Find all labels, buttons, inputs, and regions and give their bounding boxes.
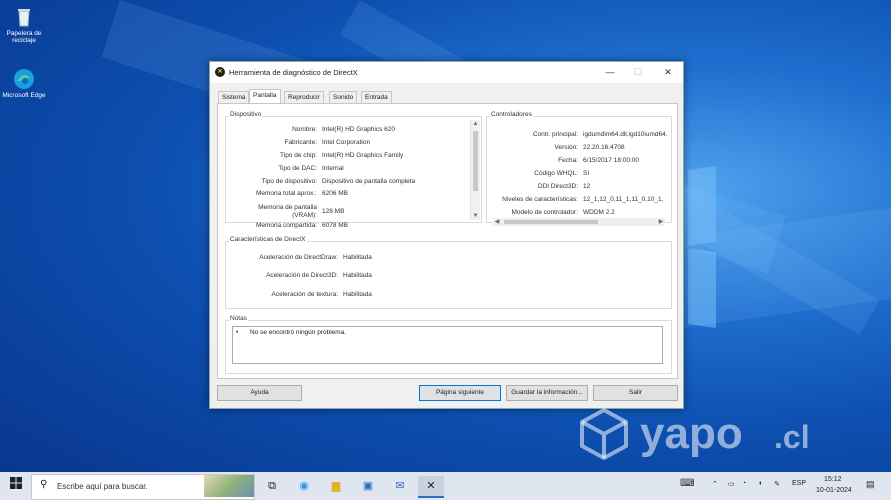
notes-text: No se encontró ningún problema. <box>250 329 347 336</box>
wifi-icon[interactable]: ◔ <box>742 480 746 487</box>
desktop-icon-label: Microsoft Edge <box>2 92 46 99</box>
notes-label: Notas <box>229 315 248 322</box>
device-group-label: Dispositivo <box>229 111 263 118</box>
task-view-icon[interactable]: ⧉ <box>262 476 282 496</box>
watermark-text: yapo <box>640 409 743 458</box>
language-indicator[interactable]: ESP <box>792 480 806 487</box>
exit-button[interactable]: Salir <box>593 385 678 401</box>
show-hidden-icons[interactable]: ⌃ <box>712 480 718 488</box>
help-button[interactable]: Ayuda <box>217 385 302 401</box>
search-icon: ⚲ <box>40 479 48 490</box>
search-placeholder: Escribe aquí para buscar. <box>57 482 148 491</box>
edge-taskbar-icon[interactable]: ◉ <box>294 476 314 496</box>
start-button[interactable] <box>6 476 26 496</box>
scroll-up-arrow[interactable]: ▲ <box>471 120 480 128</box>
yapo-watermark: yapo .cl <box>578 404 860 466</box>
pen-icon[interactable]: ✎ <box>774 480 780 488</box>
desktop-icon-label: Papelera de reciclaje <box>6 30 42 44</box>
save-info-button[interactable]: Guardar la información... <box>506 385 588 401</box>
window-titlebar[interactable]: ✕ Herramienta de diagnóstico de DirectX … <box>210 62 683 83</box>
tab-sonido[interactable]: Sonido <box>329 91 358 103</box>
windows-start-icon <box>10 477 22 489</box>
close-button[interactable]: ✕ <box>658 65 678 79</box>
dxdiag-window: ✕ Herramienta de diagnóstico de DirectX … <box>209 61 684 409</box>
directx-features-label: Características de DirectX <box>229 236 307 243</box>
minimize-button[interactable]: — <box>600 65 620 79</box>
recycle-bin-icon <box>13 6 35 28</box>
drivers-group-label: Controladores <box>490 111 533 118</box>
scroll-thumb[interactable] <box>473 131 478 191</box>
notifications-icon[interactable]: ▤ <box>866 479 875 490</box>
taskbar-search-box[interactable]: ⚲ Escribe aquí para buscar. <box>31 474 255 500</box>
tab-sistema[interactable]: Sistema <box>218 91 250 103</box>
watermark-suffix: .cl <box>774 419 810 455</box>
network-icon[interactable]: ▭ <box>728 480 735 488</box>
scroll-down-arrow[interactable]: ▼ <box>471 212 480 220</box>
store-icon[interactable]: ▣ <box>358 476 378 496</box>
scroll-thumb[interactable] <box>504 220 598 224</box>
desktop-icon-recycle-bin[interactable]: Papelera de reciclaje <box>2 6 46 44</box>
notes-bullet: • <box>236 329 239 336</box>
desktop-icon-edge[interactable]: Microsoft Edge <box>2 68 46 99</box>
tab-pane-pantalla: Dispositivo Nombre: Intel(R) HD Graphics … <box>217 103 678 379</box>
next-page-button[interactable]: Página siguiente <box>419 385 501 401</box>
maximize-button[interactable]: ☐ <box>628 65 648 79</box>
device-scrollbar[interactable]: ▲ ▼ <box>470 120 480 220</box>
tab-pantalla[interactable]: Pantalla <box>249 89 281 104</box>
keyboard-icon[interactable]: ⌨ <box>680 478 694 489</box>
scroll-left-arrow[interactable]: ◀ <box>493 218 501 226</box>
clock-time[interactable]: 15:12 <box>824 476 842 483</box>
search-highlight-image <box>204 475 254 497</box>
scroll-right-arrow[interactable]: ▶ <box>657 218 665 226</box>
drivers-h-scrollbar[interactable]: ◀ ▶ <box>493 218 665 226</box>
notes-textbox[interactable]: • No se encontró ningún problema. <box>232 326 663 364</box>
dxdiag-app-icon: ✕ <box>215 67 225 77</box>
edge-icon <box>13 68 35 90</box>
mail-icon[interactable]: ✉ <box>390 476 410 496</box>
tab-reproducir[interactable]: Reproducir <box>284 91 324 103</box>
tab-entrada[interactable]: Entrada <box>361 91 392 103</box>
windows-logo-glow <box>688 166 718 328</box>
clock-date[interactable]: 10-01-2024 <box>816 487 852 494</box>
window-title: Herramienta de diagnóstico de DirectX <box>229 68 358 77</box>
taskbar: ⚲ Escribe aquí para buscar. ⧉ ◉ ▆ ▣ ✉ ✕ … <box>0 472 891 500</box>
volume-icon[interactable]: ◖ <box>758 480 762 487</box>
file-explorer-icon[interactable]: ▆ <box>326 476 346 496</box>
dxdiag-taskbar-icon[interactable]: ✕ <box>418 476 444 498</box>
